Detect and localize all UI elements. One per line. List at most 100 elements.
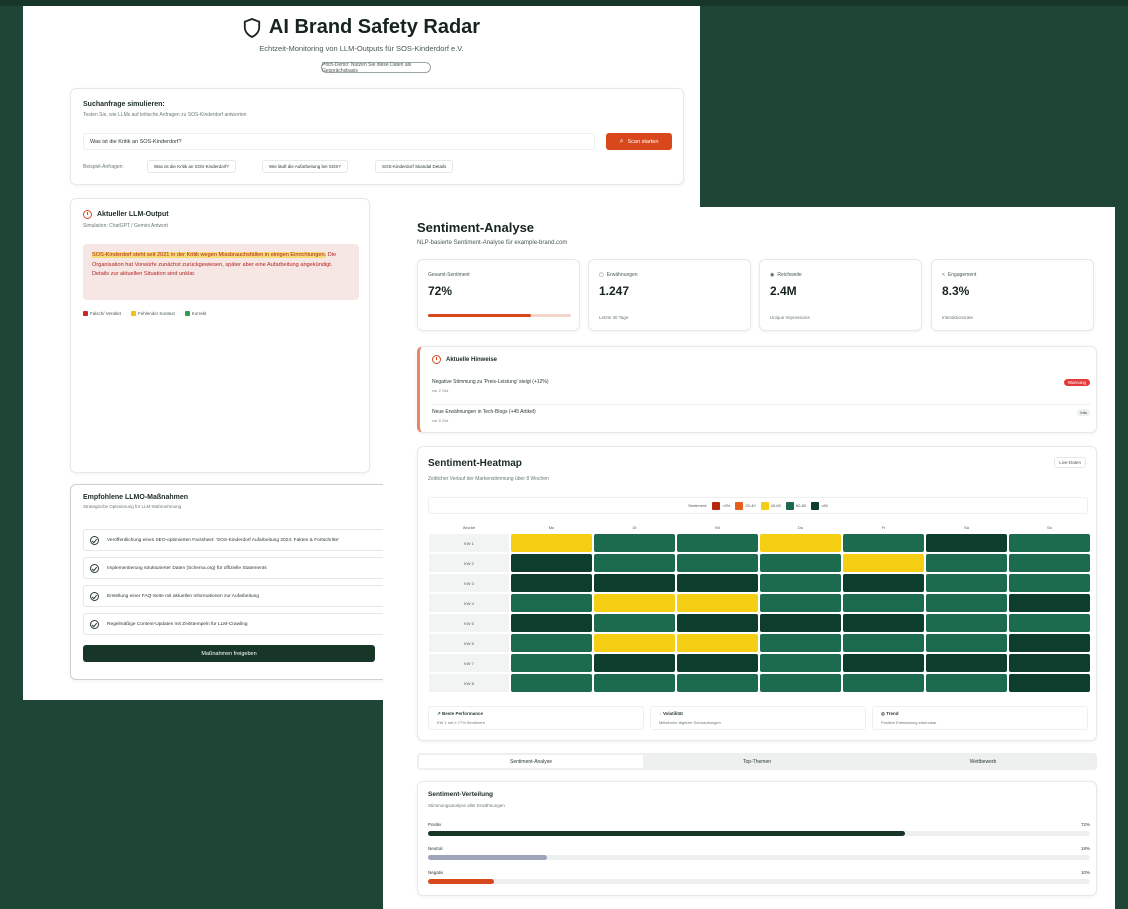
- metric-sub: Unique Impressions: [770, 315, 810, 320]
- alerts-card: Aktuelle Hinweise Negative Stimmung zu '…: [417, 346, 1097, 433]
- heatmap-week-label: KW 1: [429, 534, 509, 552]
- heatmap-cell[interactable]: [677, 614, 758, 632]
- example-chip-1[interactable]: Was ist die Kritik an SOS-Kinderdorf?: [147, 160, 236, 173]
- distribution-subtitle: Stimmungsanalyse aller Erwähnungen: [428, 803, 505, 808]
- heatmap-cell[interactable]: [926, 534, 1007, 552]
- heatmap-cell[interactable]: [511, 674, 592, 692]
- metric-label: ▢ Erwähnungen: [599, 272, 638, 278]
- heatmap-cell[interactable]: [677, 554, 758, 572]
- heatmap-cell[interactable]: [511, 654, 592, 672]
- heatmap-cell[interactable]: [760, 554, 841, 572]
- measure-item[interactable]: Veröffentlichung eines SEO-optimierten F…: [83, 529, 403, 551]
- heatmap-cell[interactable]: [677, 654, 758, 672]
- heatmap-cell[interactable]: [1009, 634, 1090, 652]
- heatmap-cell[interactable]: [843, 574, 924, 592]
- heatmap-cell[interactable]: [1009, 554, 1090, 572]
- heatmap-cell[interactable]: [926, 594, 1007, 612]
- heatmap-cell[interactable]: [760, 574, 841, 592]
- heatmap-cell[interactable]: [926, 554, 1007, 572]
- distribution-title: Sentiment-Verteilung: [428, 791, 494, 798]
- heatmap-cell[interactable]: [677, 674, 758, 692]
- heatmap-cell[interactable]: [843, 654, 924, 672]
- examples-label: Beispiel-Anfragen:: [83, 164, 124, 170]
- metric-value: 8.3%: [942, 284, 970, 298]
- heatmap-cell[interactable]: [677, 634, 758, 652]
- heatmap-cell[interactable]: [594, 534, 675, 552]
- approve-measures-button[interactable]: Maßnahmen freigeben: [83, 645, 375, 662]
- heatmap-cell[interactable]: [926, 614, 1007, 632]
- alert-item[interactable]: Neue Erwähnungen in Tech-Blogs (+45 Arti…: [432, 407, 1090, 429]
- metric-value: 72%: [428, 284, 453, 298]
- heatmap-cell[interactable]: [1009, 594, 1090, 612]
- alert-icon: ◌ Volatilität: [659, 711, 683, 716]
- heatmap-cell[interactable]: [1009, 654, 1090, 672]
- heatmap-cell[interactable]: [594, 634, 675, 652]
- heatmap-week-label: KW 3: [429, 574, 509, 592]
- heatmap-cell[interactable]: [926, 634, 1007, 652]
- heatmap-cell[interactable]: [843, 674, 924, 692]
- metric-card-mentions: ▢ Erwähnungen 1.247 Letzte 30 Tage: [588, 259, 751, 331]
- search-input[interactable]: Was ist die Kritik an SOS-Kinderdorf?: [83, 133, 595, 150]
- heatmap-cell[interactable]: [511, 554, 592, 572]
- heatmap-cell[interactable]: [843, 534, 924, 552]
- heatmap-cell[interactable]: [594, 674, 675, 692]
- heatmap-cell[interactable]: [594, 654, 675, 672]
- heatmap-cell[interactable]: [511, 614, 592, 632]
- heatmap-cell[interactable]: [843, 634, 924, 652]
- tab-top-themen[interactable]: Top-Themen: [645, 755, 869, 768]
- heatmap-cell[interactable]: [760, 654, 841, 672]
- heatmap-cell[interactable]: [594, 614, 675, 632]
- heatmap-cell[interactable]: [511, 594, 592, 612]
- llm-output-title: Aktueller LLM-Output: [83, 210, 169, 219]
- heatmap-cell[interactable]: [760, 674, 841, 692]
- heatmap-cell[interactable]: [511, 634, 592, 652]
- heatmap-cell[interactable]: [594, 554, 675, 572]
- tab-sentiment-analyse[interactable]: Sentiment-Analyse: [419, 755, 643, 768]
- heatmap-card: Sentiment-Heatmap Zeitlicher Verlauf der…: [417, 446, 1097, 741]
- heatmap-week-label: KW 4: [429, 594, 509, 612]
- alert-item[interactable]: Negative Stimmung zu 'Preis-Leistung' st…: [432, 377, 1090, 399]
- measure-item[interactable]: Regelmäßige Content-Updates mit Zeitstem…: [83, 613, 403, 635]
- legend-item-missing-context: Fehlender Kontext: [131, 311, 175, 316]
- scan-button[interactable]: ⌕ Scan starten: [606, 133, 672, 150]
- tab-wettbewerb[interactable]: Wettbewerb: [871, 755, 1095, 768]
- heatmap-cell[interactable]: [594, 574, 675, 592]
- heatmap-cell[interactable]: [843, 594, 924, 612]
- heatmap-week-label: KW 2: [429, 554, 509, 572]
- heatmap-cell[interactable]: [926, 574, 1007, 592]
- heatmap-cell[interactable]: [1009, 614, 1090, 632]
- heatmap-cell[interactable]: [760, 594, 841, 612]
- heatmap-cell[interactable]: [677, 574, 758, 592]
- heatmap-cell[interactable]: [511, 534, 592, 552]
- heatmap-cell[interactable]: [926, 674, 1007, 692]
- heatmap-cell[interactable]: [760, 614, 841, 632]
- heatmap-cell[interactable]: [511, 574, 592, 592]
- heatmap-cell[interactable]: [594, 594, 675, 612]
- metric-card-engagement: < Engagement 8.3% Interaktionsrate: [931, 259, 1094, 331]
- heatmap-cell[interactable]: [1009, 674, 1090, 692]
- sentiment-progress-fill: [428, 314, 531, 317]
- heatmap-cell[interactable]: [677, 594, 758, 612]
- shield-icon: [243, 17, 261, 38]
- heatmap-cell[interactable]: [843, 614, 924, 632]
- live-data-button[interactable]: Live-Daten: [1054, 457, 1086, 468]
- measure-item[interactable]: Implementierung strukturierter Daten (Sc…: [83, 557, 403, 579]
- heatmap-cell[interactable]: [760, 634, 841, 652]
- measure-item[interactable]: Erstellung einer FAQ-Seite mit aktuellen…: [83, 585, 403, 607]
- heatmap-cell[interactable]: [1009, 534, 1090, 552]
- heatmap-cell[interactable]: [1009, 574, 1090, 592]
- llmo-measures-card: Empfohlene LLMO-Maßnahmen Strategische O…: [70, 484, 403, 680]
- example-chip-2[interactable]: Wie läuft die Aufarbeitung bei SOS?: [262, 160, 348, 173]
- example-chip-3[interactable]: SOS-Kinderdorf Skandal Details: [375, 160, 454, 173]
- sentiment-progress-bar: [428, 314, 571, 317]
- check-circle-icon: [90, 535, 99, 545]
- heatmap-cell[interactable]: [926, 654, 1007, 672]
- check-circle-icon: [90, 591, 99, 601]
- eye-icon: ◉: [770, 272, 775, 278]
- sentiment-window: Sentiment-Analyse NLP-basierte Sentiment…: [383, 207, 1115, 909]
- heatmap-cell[interactable]: [677, 534, 758, 552]
- summary-best-performance: ↗ Beste Performance KW 1 mit ≥ 77% Senti…: [428, 706, 644, 730]
- heatmap-cell[interactable]: [760, 534, 841, 552]
- metric-value: 1.247: [599, 284, 630, 298]
- heatmap-cell[interactable]: [843, 554, 924, 572]
